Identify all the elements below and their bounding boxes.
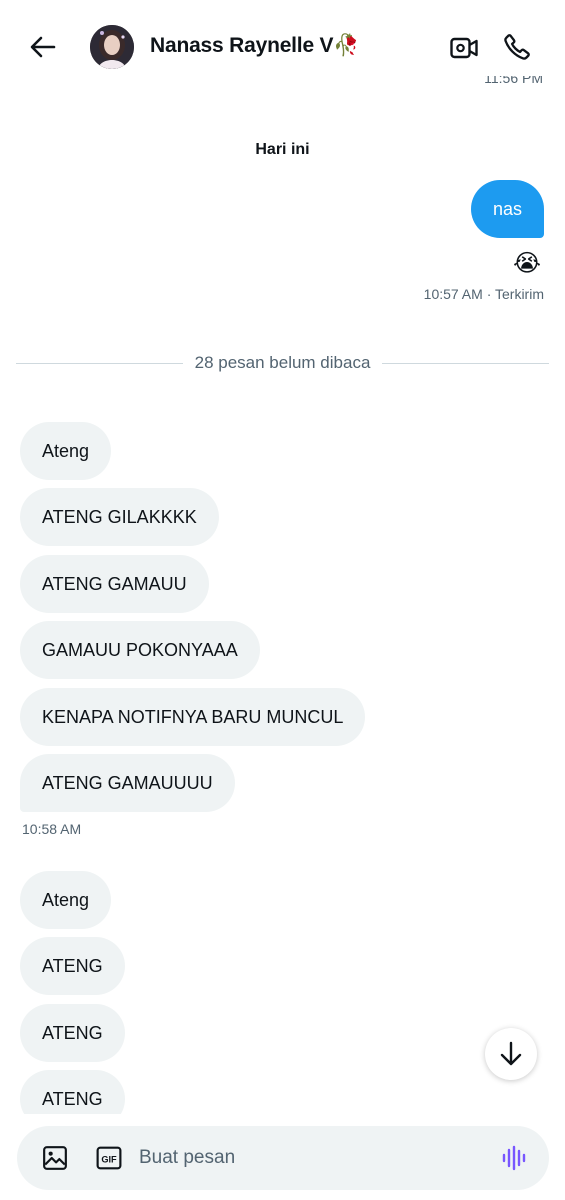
unread-count-label: 28 pesan belum dibaca <box>194 353 371 372</box>
image-icon <box>43 1146 67 1170</box>
incoming-message[interactable]: ATENG <box>20 937 125 995</box>
back-button[interactable] <box>26 30 60 64</box>
incoming-message[interactable]: KENAPA NOTIFNYA BARU MUNCUL <box>20 688 366 746</box>
divider-line <box>16 362 183 364</box>
scroll-to-bottom-button[interactable] <box>485 1028 537 1080</box>
incoming-message[interactable]: ATENG GILAKKKK <box>20 488 219 546</box>
incoming-message[interactable]: GAMAUU POKONYAAA <box>20 621 260 679</box>
chat-header: Nanass Raynelle V🥀 11:56 PM <box>0 0 565 92</box>
message-reaction[interactable]: 😭 <box>513 250 541 278</box>
incoming-message[interactable]: Ateng <box>20 422 112 480</box>
unread-divider: 28 pesan belum dibaca <box>16 352 550 374</box>
message-composer: GIF <box>17 1126 549 1190</box>
gif-label: GIF <box>101 1154 117 1164</box>
day-separator: Hari ini <box>255 141 310 158</box>
previous-message-time: 11:56 PM <box>484 76 543 86</box>
attach-image-button[interactable] <box>41 1144 69 1172</box>
voice-call-button[interactable] <box>500 30 534 64</box>
arrow-down-icon <box>500 1041 522 1066</box>
message-input[interactable] <box>139 1142 479 1174</box>
video-camera-icon <box>450 37 478 59</box>
voice-wave-icon <box>502 1145 526 1171</box>
arrow-left-icon <box>30 36 56 58</box>
phone-icon <box>504 34 530 60</box>
incoming-message[interactable]: Ateng <box>20 871 112 929</box>
outgoing-message[interactable]: nas <box>470 180 544 238</box>
incoming-message[interactable]: ATENG GAMAUUUU <box>20 754 235 812</box>
gif-icon: GIF <box>96 1146 122 1170</box>
avatar-photo <box>90 25 134 69</box>
gif-button[interactable]: GIF <box>95 1144 123 1172</box>
contact-name[interactable]: Nanass Raynelle V🥀 <box>150 34 360 58</box>
incoming-message[interactable]: ATENG <box>20 1004 125 1062</box>
incoming-message[interactable]: ATENG GAMAUU <box>20 555 209 613</box>
outgoing-message-status: 10:57 AM · Terkirim <box>423 286 544 302</box>
divider-line <box>382 362 550 364</box>
avatar[interactable] <box>90 25 134 69</box>
voice-message-button[interactable] <box>499 1144 529 1172</box>
incoming-message-time: 10:58 AM <box>22 821 82 837</box>
video-call-button[interactable] <box>448 32 480 64</box>
